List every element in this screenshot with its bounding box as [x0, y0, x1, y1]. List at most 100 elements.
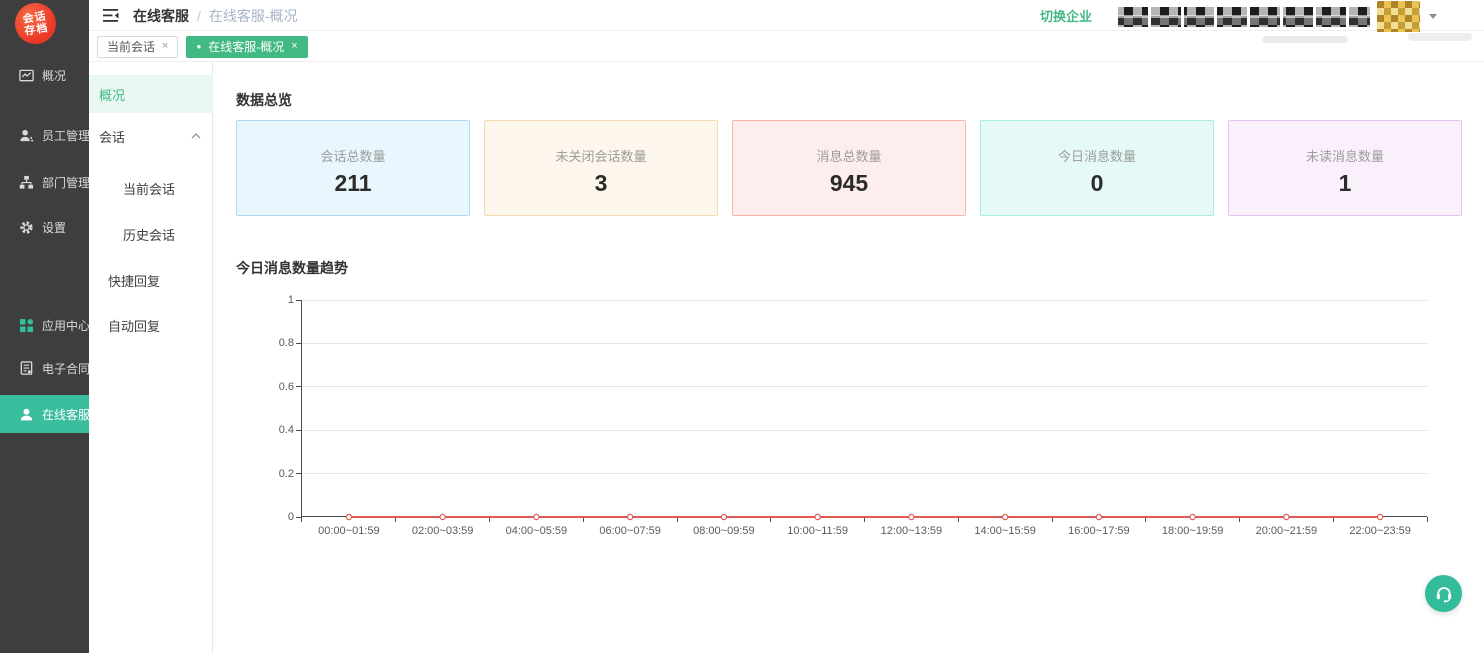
x-axis-label: 06:00~07:59	[599, 525, 660, 537]
y-axis-tick	[296, 473, 301, 474]
sidebar-item-staff[interactable]: 员工管理	[0, 116, 89, 154]
redaction-smear	[1408, 33, 1472, 41]
y-axis-label: 0.8	[258, 337, 294, 349]
x-axis-label: 08:00~09:59	[693, 525, 754, 537]
contract-icon	[19, 361, 34, 376]
y-axis-label: 1	[258, 294, 294, 306]
data-point-marker	[534, 514, 539, 519]
breadcrumb-item-root[interactable]: 在线客服	[133, 6, 189, 26]
submenu-item-label: 会话	[99, 127, 125, 146]
close-icon[interactable]: ×	[291, 41, 297, 52]
sidebar-item-label: 设置	[42, 219, 66, 236]
sidebar-item-e-contract[interactable]: 电子合同	[0, 349, 89, 387]
x-axis-label: 22:00~23:59	[1349, 525, 1410, 537]
sidebar-item-overview[interactable]: 概况	[0, 56, 89, 94]
secondary-sidebar: 概况 会话 当前会话 历史会话 快捷回复 自动回复	[89, 62, 213, 653]
user-avatar[interactable]	[1377, 1, 1420, 34]
sidebar-item-label: 概况	[42, 67, 66, 84]
x-axis-label: 16:00~17:59	[1068, 525, 1129, 537]
y-axis-tick	[296, 343, 301, 344]
submenu-group-session[interactable]: 会话	[89, 126, 213, 146]
data-point-marker	[1284, 514, 1289, 519]
tab-current-session[interactable]: 当前会话 ×	[97, 36, 178, 58]
breadcrumb-item-current: 在线客服-概况	[209, 6, 298, 26]
data-point-marker	[1096, 514, 1101, 519]
y-axis-tick	[296, 386, 301, 387]
customer-service-icon	[19, 407, 34, 422]
line-series	[302, 300, 1427, 517]
tab-label: 当前会话	[107, 38, 155, 55]
stat-card-label: 未关闭会话数量	[555, 146, 646, 165]
chevron-up-icon	[191, 133, 201, 139]
service-float-button[interactable]	[1425, 575, 1462, 612]
data-point-marker	[1378, 514, 1383, 519]
submenu-item-auto-reply[interactable]: 自动回复	[89, 315, 213, 335]
x-axis-tick	[1427, 517, 1428, 522]
stat-card-label: 今日消息数量	[1058, 146, 1136, 165]
stat-card-label: 会话总数量	[320, 146, 385, 165]
submenu-item-history-session[interactable]: 历史会话	[89, 224, 213, 244]
submenu-item-quick-reply[interactable]: 快捷回复	[89, 270, 213, 290]
chart-title: 今日消息数量趋势	[236, 258, 348, 278]
stat-cards-row: 会话总数量 211 未关闭会话数量 3 消息总数量 945 今日消息数量 0 未…	[236, 120, 1462, 216]
data-point-marker	[440, 514, 445, 519]
submenu-item-overview[interactable]: 概况	[89, 75, 213, 113]
breadcrumb-separator: /	[197, 8, 201, 24]
app-logo: 会话 存档	[12, 0, 59, 47]
x-axis-label: 14:00~15:59	[974, 525, 1035, 537]
data-point-marker	[628, 514, 633, 519]
x-axis-label: 02:00~03:59	[412, 525, 473, 537]
sidebar-item-app-center[interactable]: 应用中心	[0, 306, 89, 344]
tab-online-service-overview[interactable]: ● 在线客服-概况 ×	[186, 36, 307, 58]
sidebar-item-department[interactable]: 部门管理	[0, 163, 89, 201]
stat-card-value: 1	[1339, 170, 1352, 197]
submenu-item-label: 概况	[99, 85, 125, 104]
sidebar-item-label: 在线客服	[42, 406, 90, 423]
x-axis-label: 12:00~13:59	[881, 525, 942, 537]
submenu-item-label: 自动回复	[108, 316, 160, 335]
primary-sidebar: 会话 存档 概况 员工管理 部门管理 设置 应用中心 电子合同 在线客服	[0, 0, 89, 653]
top-header: 在线客服 / 在线客服-概况 切换企业	[89, 0, 1484, 31]
company-name-redacted	[1115, 7, 1370, 27]
switch-company-link[interactable]: 切换企业	[1040, 0, 1092, 31]
stat-card-today-messages: 今日消息数量 0	[980, 120, 1214, 216]
breadcrumb: 在线客服 / 在线客服-概况	[133, 0, 298, 31]
y-axis-label: 0.6	[258, 381, 294, 393]
submenu-item-label: 当前会话	[123, 179, 175, 198]
submenu-item-current-session[interactable]: 当前会话	[89, 178, 213, 198]
data-point-marker	[721, 514, 726, 519]
data-point-marker	[909, 514, 914, 519]
stat-card-value: 211	[334, 170, 371, 197]
data-point-marker	[1190, 514, 1195, 519]
stat-card-total-messages: 消息总数量 945	[732, 120, 966, 216]
menu-fold-icon[interactable]	[103, 8, 119, 23]
active-dot-icon: ●	[196, 43, 201, 51]
sidebar-item-online-service[interactable]: 在线客服	[0, 395, 89, 433]
stat-card-label: 未读消息数量	[1306, 146, 1384, 165]
y-axis-tick	[296, 517, 301, 518]
stat-card-value: 3	[595, 170, 608, 197]
x-axis-label: 10:00~11:59	[787, 525, 848, 537]
sidebar-item-settings[interactable]: 设置	[0, 208, 89, 246]
headset-icon	[1434, 584, 1454, 604]
x-axis-label: 00:00~01:59	[318, 525, 379, 537]
submenu-item-label: 快捷回复	[108, 271, 160, 290]
chart-plot: 00.20.40.60.8100:00~01:5902:00~03:5904:0…	[302, 300, 1427, 517]
gear-icon	[19, 220, 34, 235]
submenu-item-label: 历史会话	[123, 225, 175, 244]
stat-card-total-sessions: 会话总数量 211	[236, 120, 470, 216]
caret-down-icon[interactable]	[1429, 14, 1437, 19]
x-axis-label: 04:00~05:59	[506, 525, 567, 537]
x-axis-label: 20:00~21:59	[1256, 525, 1317, 537]
team-icon	[19, 128, 34, 143]
redaction-smear	[1262, 36, 1348, 43]
department-icon	[19, 175, 34, 190]
stat-card-value: 945	[830, 170, 868, 197]
sidebar-item-label: 电子合同	[42, 360, 90, 377]
y-axis-tick	[296, 300, 301, 301]
stat-card-label: 消息总数量	[816, 146, 881, 165]
logo-text-line2: 存档	[24, 22, 50, 38]
y-axis-label: 0.2	[258, 468, 294, 480]
stats-section-title: 数据总览	[236, 90, 292, 110]
close-icon[interactable]: ×	[162, 41, 168, 52]
